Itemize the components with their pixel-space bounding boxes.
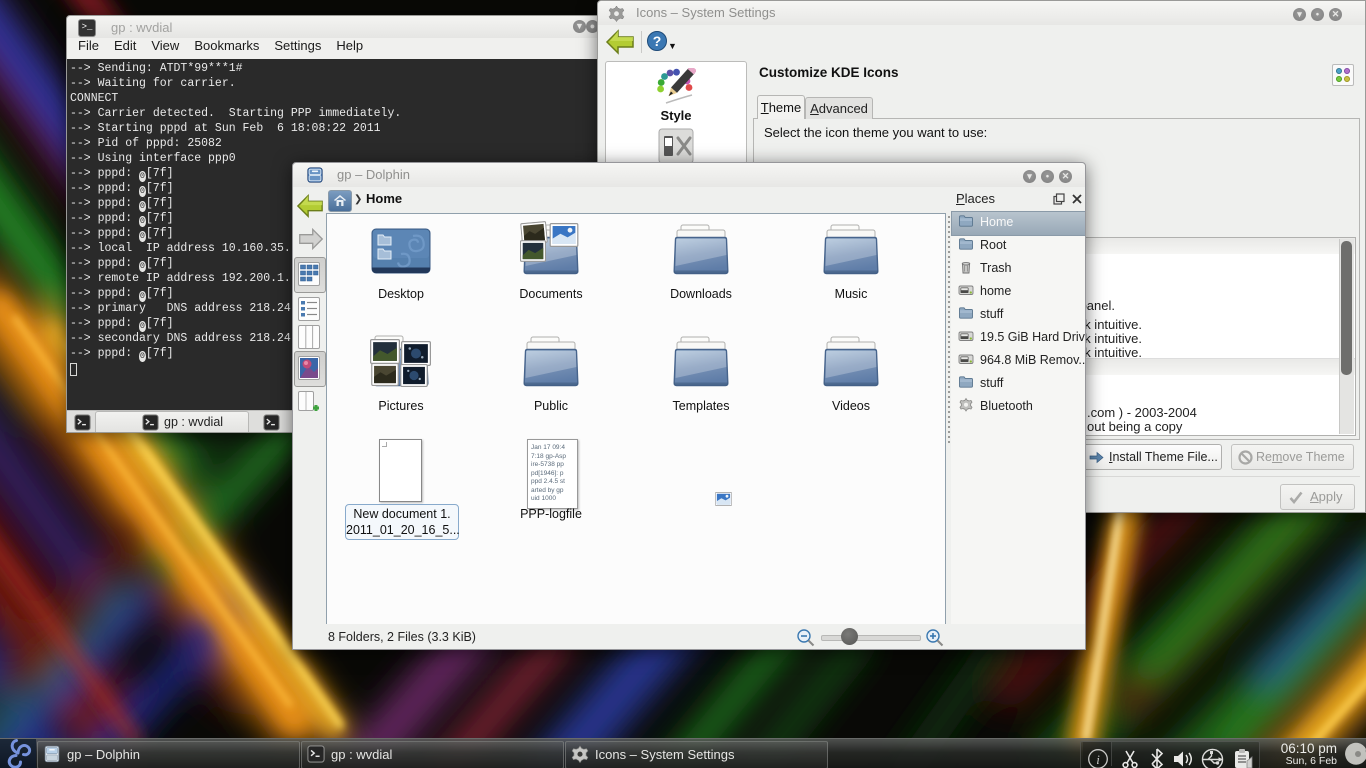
svg-text:?: ? xyxy=(653,33,662,49)
svg-text:i: i xyxy=(1096,752,1100,767)
